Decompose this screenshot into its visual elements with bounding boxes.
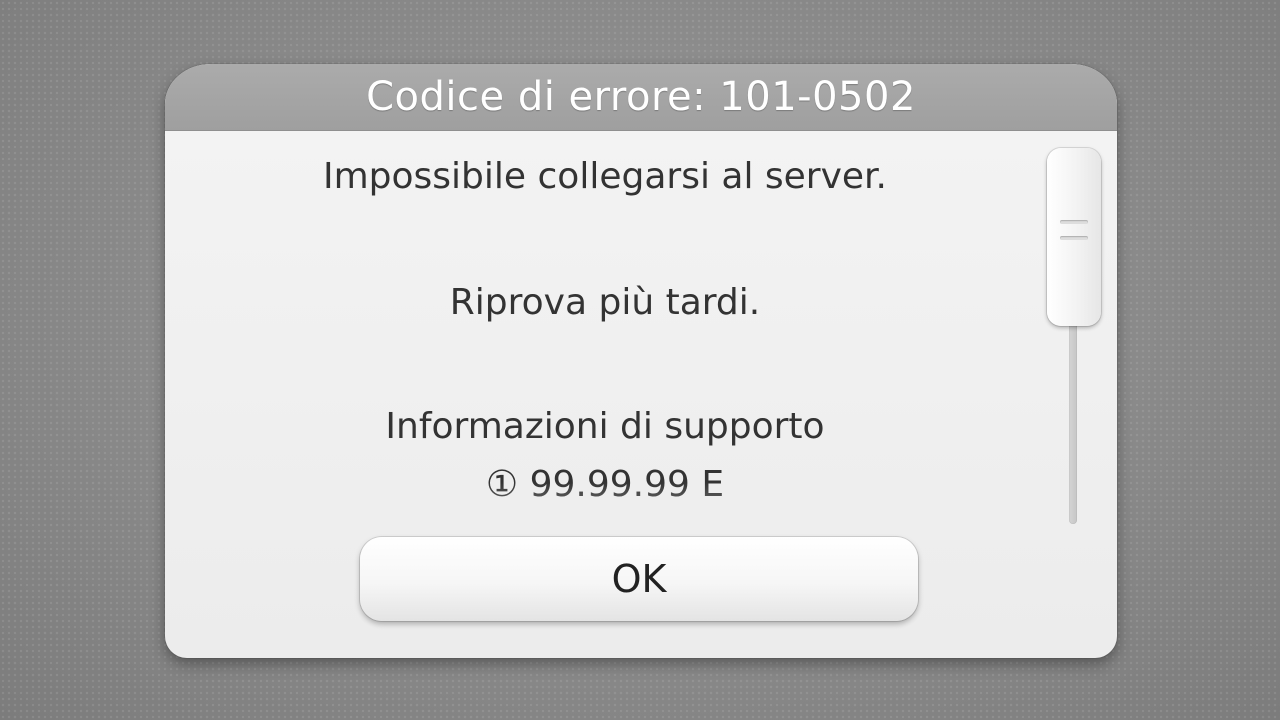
message-line-retry: Riprova più tardi. xyxy=(449,282,761,323)
grip-line-icon xyxy=(1060,220,1088,224)
error-dialog: Codice di errore: 101-0502 Impossibile c… xyxy=(165,64,1117,658)
support-info-heading: Informazioni di supporto xyxy=(385,406,825,447)
error-code-title: Codice di errore: 101-0502 xyxy=(366,74,916,120)
message-scroll-area[interactable]: Impossibile collegarsi al server. Riprov… xyxy=(165,130,1045,570)
ok-button[interactable]: OK xyxy=(360,537,918,621)
grip-line-icon xyxy=(1060,236,1088,240)
scrollbar-thumb[interactable] xyxy=(1047,148,1101,326)
support-info-version: ① 99.99.99 E xyxy=(485,464,725,505)
ok-button-label: OK xyxy=(611,557,667,601)
message-line-connection-failed: Impossibile collegarsi al server. xyxy=(322,156,887,197)
dialog-title-bar: Codice di errore: 101-0502 xyxy=(165,64,1117,131)
